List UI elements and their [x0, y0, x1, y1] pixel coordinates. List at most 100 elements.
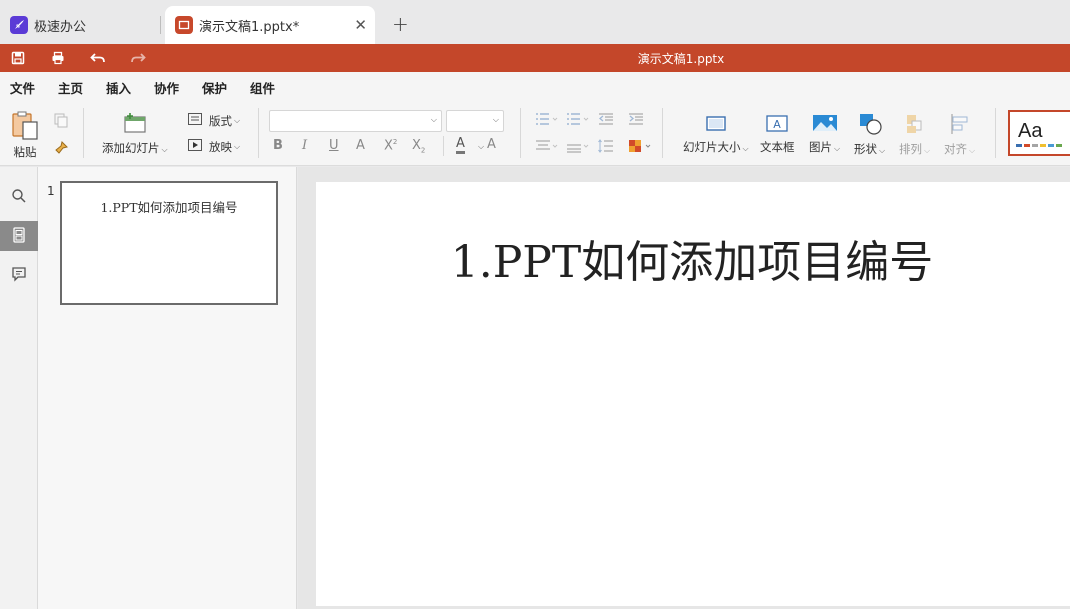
align-label: 对齐: [944, 142, 967, 156]
slide-size-button[interactable]: 幻灯片大小 ⌵: [683, 113, 749, 155]
tab-document-label: 演示文稿1.pptx*: [199, 19, 300, 35]
layout-button[interactable]: 版式 ⌵: [187, 112, 240, 129]
ribbon-divider: [995, 108, 996, 158]
decrease-indent-icon[interactable]: [598, 112, 614, 129]
menu-insert[interactable]: 插入: [106, 78, 131, 97]
superscript-icon[interactable]: X2: [384, 138, 397, 153]
comments-button[interactable]: [0, 260, 38, 290]
layout-icon: [187, 112, 203, 129]
shape-icon: [857, 113, 883, 138]
ribbon-toolbar: 粘贴 添加幻灯片 ⌵ 版式 ⌵ 放映 ⌵ ⌵ ⌵ B I U A X2 X2 A…: [0, 100, 1070, 166]
paste-label: 粘贴: [13, 145, 37, 159]
rocket-icon: [10, 16, 28, 34]
text-box-icon: A: [765, 113, 789, 136]
italic-icon[interactable]: I: [302, 138, 307, 153]
ribbon-divider: [520, 108, 521, 158]
text-box-button[interactable]: A 文本框: [760, 113, 795, 155]
paste-icon: [11, 110, 39, 143]
format-painter-icon[interactable]: [53, 140, 69, 159]
font-name-select[interactable]: ⌵: [269, 110, 442, 132]
add-slide-icon: [122, 112, 148, 137]
chevron-down-icon: ⌵: [234, 115, 241, 125]
menu-bar: 文件 主页 插入 协作 保护 组件: [0, 72, 1070, 103]
add-slide-button[interactable]: 添加幻灯片 ⌵: [102, 112, 168, 156]
subscript-icon[interactable]: X2: [412, 138, 425, 155]
menu-collaborate[interactable]: 协作: [154, 78, 179, 97]
slide-canvas: 1.PPT如何添加项目编号: [298, 167, 1070, 609]
chevron-down-icon: ⌵: [742, 144, 749, 153]
highlight-color-icon[interactable]: A: [487, 137, 496, 152]
layout-label: 版式: [209, 113, 232, 128]
chevron-down-icon: ⌵: [969, 146, 976, 155]
numbered-list-icon[interactable]: [566, 112, 590, 129]
chevron-down-icon: ⌵: [924, 146, 931, 155]
slides-icon: [12, 226, 26, 246]
menu-home[interactable]: 主页: [58, 78, 84, 103]
bullet-list-icon[interactable]: [535, 112, 559, 129]
vertical-align-icon[interactable]: [566, 139, 590, 156]
tab-home-label: 极速办公: [34, 19, 87, 35]
search-button[interactable]: [0, 182, 38, 212]
picture-label: 图片: [809, 140, 832, 154]
paste-button[interactable]: 粘贴: [11, 110, 39, 160]
ribbon-divider: [83, 108, 84, 158]
slide-size-icon: [704, 113, 728, 136]
chevron-down-icon: ⌵: [161, 145, 168, 154]
slide[interactable]: 1.PPT如何添加项目编号: [316, 182, 1070, 606]
strikethrough-icon[interactable]: A: [356, 138, 365, 153]
ribbon-divider: [662, 108, 663, 158]
line-spacing-icon[interactable]: [598, 139, 622, 156]
ribbon-divider: [258, 108, 259, 158]
theme-preview[interactable]: Aa: [1008, 110, 1070, 156]
slides-button[interactable]: [0, 221, 38, 251]
menu-protect[interactable]: 保护: [202, 78, 227, 97]
new-tab-button[interactable]: +: [392, 12, 409, 36]
text-box-label: 文本框: [760, 140, 795, 154]
underline-icon[interactable]: U: [329, 138, 339, 153]
theme-color-bars: [1016, 144, 1062, 147]
tab-document[interactable]: 演示文稿1.pptx* ✕: [165, 6, 375, 44]
thumbnail-title: 1.PPT如何添加项目编号: [100, 200, 238, 215]
shape-label: 形状: [854, 142, 877, 156]
arrange-label: 排列: [899, 142, 922, 156]
font-color-icon[interactable]: A: [456, 137, 465, 154]
presentation-icon: [175, 16, 193, 34]
close-tab-icon[interactable]: ✕: [354, 16, 367, 34]
tab-home[interactable]: 极速办公: [0, 6, 160, 44]
slide-title[interactable]: 1.PPT如何添加项目编号: [316, 226, 1068, 290]
left-rail: [0, 167, 38, 609]
align-icon: [948, 113, 972, 138]
play-label: 放映: [209, 139, 232, 154]
ribbon-divider: [443, 136, 444, 156]
search-icon: [11, 188, 27, 207]
menu-components[interactable]: 组件: [250, 78, 275, 97]
picture-icon: [812, 113, 838, 136]
copy-icon[interactable]: [53, 112, 69, 131]
comment-icon: [11, 266, 27, 285]
color-fill-icon[interactable]: [628, 139, 652, 156]
align-button[interactable]: 对齐 ⌵: [944, 113, 975, 157]
increase-indent-icon[interactable]: [628, 112, 644, 129]
title-bar: 演示文稿1.pptx: [0, 44, 1070, 72]
shape-button[interactable]: 形状 ⌵: [854, 113, 885, 157]
align-text-icon[interactable]: [535, 139, 559, 156]
arrange-icon: [903, 113, 927, 138]
slide-thumbnails-pane: 1 1.PPT如何添加项目编号: [38, 167, 297, 609]
bold-icon[interactable]: B: [273, 138, 283, 153]
chevron-down-icon: ⌵: [879, 146, 886, 155]
play-button[interactable]: 放映 ⌵: [187, 138, 240, 155]
svg-text:A: A: [773, 118, 781, 131]
tab-strip: 极速办公 演示文稿1.pptx* ✕ +: [0, 0, 1070, 44]
font-size-select[interactable]: ⌵: [446, 110, 504, 132]
theme-sample-text: Aa: [1018, 120, 1043, 142]
slide-thumbnail[interactable]: 1.PPT如何添加项目编号: [60, 181, 278, 305]
document-title: 演示文稿1.pptx: [637, 52, 725, 66]
picture-button[interactable]: 图片 ⌵: [809, 113, 840, 155]
menu-file[interactable]: 文件: [10, 78, 35, 97]
chevron-down-icon: ⌵: [834, 144, 841, 153]
tab-divider: [160, 16, 161, 34]
chevron-down-icon: ⌵: [234, 141, 241, 151]
chevron-down-icon: ⌵: [430, 115, 437, 124]
play-icon: [187, 138, 203, 155]
arrange-button[interactable]: 排列 ⌵: [899, 113, 930, 157]
